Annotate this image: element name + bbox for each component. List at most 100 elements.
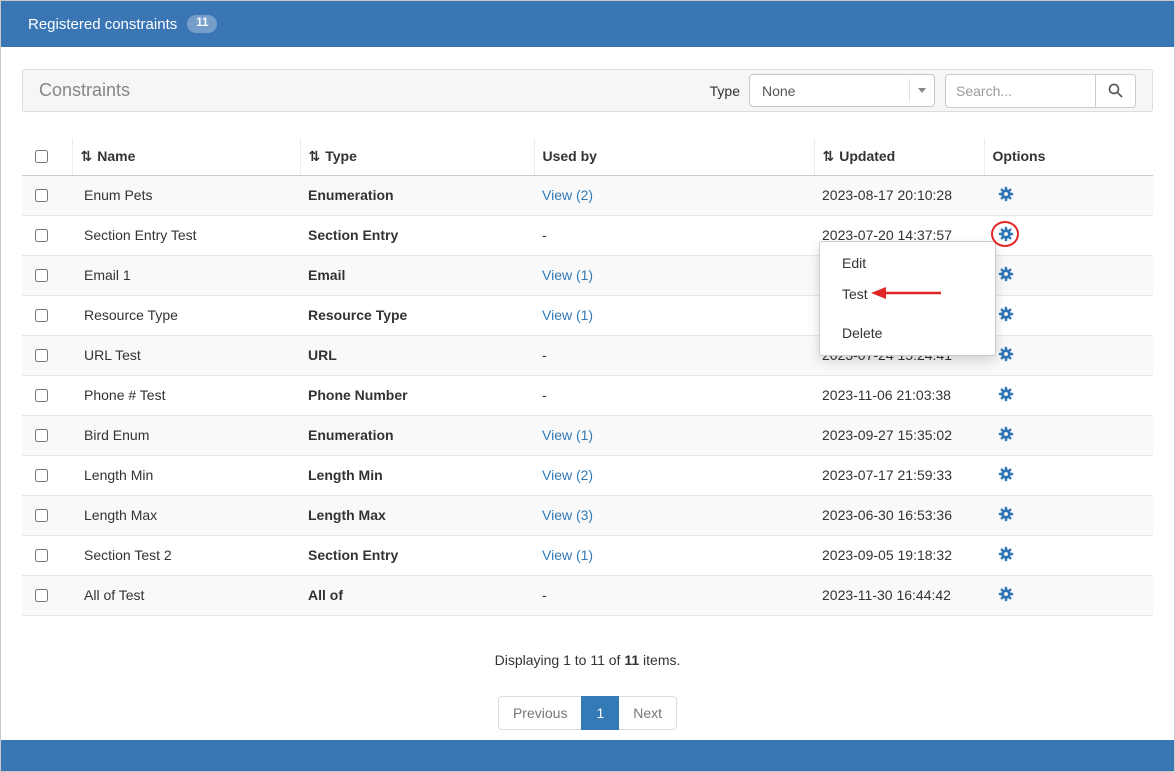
options-gear-button[interactable] [998,346,1014,362]
options-gear-button[interactable] [998,546,1014,562]
row-checkbox[interactable] [35,389,48,402]
count-badge: 11 [187,15,217,33]
used-by-link[interactable]: View (1) [542,267,593,283]
cell-used-by: - [534,335,814,375]
column-header-options: Options [984,138,1153,175]
table-row: Length Max Length Max View (3) 2023-06-3… [22,495,1153,535]
table-row: Length Min Length Min View (2) 2023-07-1… [22,455,1153,495]
cell-options [984,255,1153,295]
cell-type: Enumeration [300,415,534,455]
cell-type: Phone Number [300,375,534,415]
cell-updated: 2023-09-05 19:18:32 [814,535,984,575]
row-checkbox[interactable] [35,509,48,522]
used-by-link[interactable]: View (1) [542,547,593,563]
row-checkbox-cell [22,375,72,415]
used-by-link[interactable]: View (1) [542,307,593,323]
options-gear-button[interactable] [998,586,1014,602]
column-header-name[interactable]: ⇅Name [72,138,300,175]
options-gear-button[interactable] [998,466,1014,482]
cell-type: Email [300,255,534,295]
menu-item-test[interactable]: Test [820,279,995,310]
type-filter-select[interactable]: None [749,74,935,107]
cell-options [984,175,1153,215]
app-page: Registered constraints 11 Constraints Ty… [0,0,1175,772]
table-row: Enum Pets Enumeration View (2) 2023-08-1… [22,175,1153,215]
gear-icon [998,546,1014,562]
cell-name: Length Min [72,455,300,495]
options-context-menu: Edit Test Delete [819,241,996,356]
cell-name: Email 1 [72,255,300,295]
gear-icon [998,266,1014,282]
cell-options [984,415,1153,455]
cell-name: Resource Type [72,295,300,335]
used-by-text: - [542,227,547,243]
options-gear-button[interactable] [998,506,1014,522]
row-checkbox[interactable] [35,229,48,242]
cell-used-by: View (3) [534,495,814,535]
gear-icon [998,186,1014,202]
used-by-text: - [542,347,547,363]
column-label: Name [97,148,135,164]
summary-count: 11 [624,652,639,668]
cell-type: Section Entry [300,215,534,255]
row-checkbox[interactable] [35,469,48,482]
column-label: Options [993,148,1046,164]
cell-updated: 2023-11-06 21:03:38 [814,375,984,415]
column-label: Type [325,148,357,164]
cell-name: Bird Enum [72,415,300,455]
search-input[interactable] [945,74,1096,108]
cell-type: Length Min [300,455,534,495]
top-header-bar: Registered constraints 11 [1,1,1174,47]
used-by-link[interactable]: View (1) [542,427,593,443]
cell-type: Length Max [300,495,534,535]
table-row: All of Test All of - 2023-11-30 16:44:42 [22,575,1153,615]
cell-name: Phone # Test [72,375,300,415]
cell-used-by: View (2) [534,175,814,215]
cell-used-by: - [534,375,814,415]
options-gear-button[interactable] [998,226,1014,242]
pagination-previous-button[interactable]: Previous [498,696,582,730]
row-checkbox[interactable] [35,549,48,562]
page-title: Registered constraints [28,16,177,33]
column-header-updated[interactable]: ⇅Updated [814,138,984,175]
used-by-text: - [542,587,547,603]
select-all-checkbox[interactable] [35,150,48,163]
options-gear-button[interactable] [998,186,1014,202]
column-label: Updated [839,148,895,164]
cell-name: All of Test [72,575,300,615]
cell-options [984,335,1153,375]
pagination: Previous 1 Next [22,696,1153,730]
gear-icon [998,506,1014,522]
gear-icon [998,306,1014,322]
row-checkbox[interactable] [35,269,48,282]
pagination-next-button[interactable]: Next [618,696,677,730]
gear-icon [998,226,1014,242]
options-gear-button[interactable] [998,306,1014,322]
row-checkbox[interactable] [35,189,48,202]
main-content: Constraints Type None [1,47,1174,730]
used-by-link[interactable]: View (2) [542,187,593,203]
row-checkbox[interactable] [35,429,48,442]
options-gear-button[interactable] [998,266,1014,282]
options-gear-button[interactable] [998,386,1014,402]
search-button[interactable] [1096,74,1136,108]
constraints-table: ⇅Name ⇅Type Used by ⇅Updated Options [22,138,1153,616]
row-checkbox-cell [22,335,72,375]
row-checkbox[interactable] [35,589,48,602]
sort-icon: ⇅ [81,149,93,165]
pagination-page-1-button[interactable]: 1 [581,696,619,730]
cell-type: Resource Type [300,295,534,335]
used-by-link[interactable]: View (3) [542,507,593,523]
column-label: Used by [543,148,597,164]
menu-item-delete[interactable]: Delete [820,318,995,349]
options-gear-button[interactable] [998,426,1014,442]
row-checkbox-cell [22,255,72,295]
row-checkbox[interactable] [35,309,48,322]
panel-title: Constraints [39,80,130,101]
used-by-link[interactable]: View (2) [542,467,593,483]
column-header-used-by: Used by [534,138,814,175]
column-header-type[interactable]: ⇅Type [300,138,534,175]
menu-item-edit[interactable]: Edit [820,248,995,279]
row-checkbox[interactable] [35,349,48,362]
bottom-footer-bar [1,740,1174,771]
